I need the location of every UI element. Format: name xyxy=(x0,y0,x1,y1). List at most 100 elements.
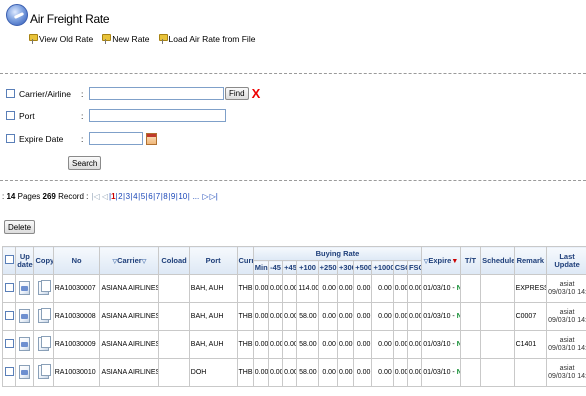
col-rate: +500 xyxy=(353,260,373,275)
page-link[interactable]: 7 xyxy=(156,192,160,201)
col-carrier[interactable]: ▽Carrier▽ xyxy=(99,246,160,275)
rate-cell: 0.00 xyxy=(252,330,269,359)
expire-checkbox[interactable] xyxy=(6,134,15,143)
port-cell: BAH, AUH xyxy=(188,274,238,303)
rate-cell: 0.00 xyxy=(282,330,298,359)
rate-cell: 0.00 xyxy=(252,302,269,331)
rate-cell: 0.00 xyxy=(392,330,408,359)
rate-cell: 0.00 xyxy=(392,358,408,387)
pushpin-icon xyxy=(101,34,112,44)
pager-prefix: : xyxy=(2,192,5,201)
carrier-input[interactable] xyxy=(89,87,224,100)
update-cell xyxy=(15,358,35,387)
expire-date-input[interactable] xyxy=(89,132,143,145)
expire-date: 01/03/10 xyxy=(423,285,451,292)
tt-cell xyxy=(459,358,482,387)
find-button[interactable]: Find xyxy=(225,87,249,100)
port-input[interactable] xyxy=(89,109,226,122)
prev-page-icon[interactable]: ◁ xyxy=(102,192,108,201)
port-checkbox[interactable] xyxy=(6,111,15,120)
page-separator: | xyxy=(187,192,190,201)
row-checkbox[interactable] xyxy=(4,311,14,320)
rate-cell: 0.00 xyxy=(267,274,284,303)
page-link[interactable]: 6 xyxy=(148,192,152,201)
sort-desc-icon: ▼ xyxy=(451,258,459,265)
row-checkbox[interactable] xyxy=(4,339,14,348)
rate-cell: 0.00 xyxy=(317,330,338,359)
rate-no-cell[interactable]: RA10030010 xyxy=(52,358,101,387)
page-link[interactable]: 3 xyxy=(126,192,130,201)
page-link[interactable]: 5 xyxy=(141,192,145,201)
row-checkbox[interactable] xyxy=(4,367,14,376)
next-page-icon[interactable]: ▷ xyxy=(202,192,208,201)
col-copy: Copy xyxy=(33,246,54,275)
row-checkbox[interactable] xyxy=(4,283,14,292)
col-rate: +1000 xyxy=(371,260,394,275)
rate-cell: 0.00 xyxy=(336,358,355,387)
expire-cell: 01/03/10 - N/A xyxy=(421,274,461,303)
update-user: asiat xyxy=(559,280,575,288)
rate-no-cell[interactable]: RA10030007 xyxy=(52,274,101,303)
col-no[interactable]: No xyxy=(52,246,101,275)
divider xyxy=(0,73,586,74)
edit-document-icon[interactable] xyxy=(19,308,31,323)
rate-cell: 0.00 xyxy=(353,274,373,303)
copy-document-icon[interactable] xyxy=(38,279,52,295)
select-all-checkbox[interactable] xyxy=(4,255,14,264)
currency-cell: THB xyxy=(236,274,254,303)
rate-no-cell[interactable]: RA10030009 xyxy=(52,330,101,359)
rate-cell: 0.00 xyxy=(317,274,338,303)
new-rate-button[interactable]: New Rate xyxy=(101,34,150,44)
rate-cell: 0.00 xyxy=(392,274,408,303)
load-air-rate-button[interactable]: Load Air Rate from File xyxy=(158,34,255,44)
col-expire[interactable]: ▽Expire▼ xyxy=(421,246,461,275)
status-badge: N/A xyxy=(457,369,460,376)
edit-document-icon[interactable] xyxy=(19,280,31,295)
last-update-cell: asiat09/03/10 14:00 xyxy=(546,358,586,387)
carrier-cell: ASIANA AIRLINES xyxy=(99,302,160,331)
rate-table: Up date Copy No ▽Carrier▽ Coload Port Cu… xyxy=(1,246,586,387)
more-pages-link[interactable]: ... xyxy=(193,192,200,201)
search-button[interactable]: Search xyxy=(68,156,102,170)
clear-icon[interactable]: X xyxy=(252,87,261,100)
table-row: RA10030010 ASIANA AIRLINES DOH THB 0.00 0.00 0… xyxy=(1,358,586,387)
col-rate: +250 xyxy=(317,260,338,275)
copy-document-icon[interactable] xyxy=(38,307,52,323)
copy-document-icon[interactable] xyxy=(38,363,52,379)
edit-document-icon[interactable] xyxy=(19,336,31,351)
rate-cell: 0.00 xyxy=(353,330,373,359)
page-link[interactable]: 2 xyxy=(118,192,122,201)
last-update-cell: asiat09/03/10 14:00 xyxy=(546,274,586,303)
view-old-rate-button[interactable]: View Old Rate xyxy=(28,34,93,44)
page-link[interactable]: 4 xyxy=(133,192,137,201)
page-link[interactable]: 10 xyxy=(178,192,187,201)
carrier-checkbox[interactable] xyxy=(6,89,15,98)
record-count: 269 xyxy=(42,192,56,201)
page-link[interactable]: 9 xyxy=(171,192,175,201)
edit-document-icon[interactable] xyxy=(19,364,31,379)
first-page-icon[interactable]: |◁ xyxy=(92,192,100,201)
update-cell xyxy=(15,330,35,359)
last-update-cell: asiat09/03/10 14:00 xyxy=(546,330,586,359)
copy-cell xyxy=(33,358,54,387)
page-link[interactable]: 8 xyxy=(163,192,167,201)
remark-cell: C0007 xyxy=(513,302,548,331)
rate-cell: 0.00 xyxy=(267,358,284,387)
last-page-icon[interactable]: ▷| xyxy=(210,192,218,201)
delete-button[interactable]: Delete xyxy=(4,220,36,234)
copy-document-icon[interactable] xyxy=(38,335,52,351)
calendar-icon[interactable] xyxy=(146,132,157,145)
rate-no-cell[interactable]: RA10030008 xyxy=(52,302,101,331)
update-time: 09/03/10 14:00 xyxy=(548,288,586,296)
rate-cell: 0.00 xyxy=(406,330,423,359)
copy-cell xyxy=(33,302,54,331)
currency-cell: THB xyxy=(236,358,254,387)
rate-cell: 0.00 xyxy=(406,302,423,331)
copy-cell xyxy=(33,330,54,359)
page-count: 14 xyxy=(6,192,16,201)
select-all-header xyxy=(1,246,17,275)
colon: : xyxy=(81,133,84,144)
expire-cell: 01/03/10 - N/A xyxy=(421,330,461,359)
remark-cell xyxy=(513,358,548,387)
rate-cell: 0.00 xyxy=(336,274,355,303)
